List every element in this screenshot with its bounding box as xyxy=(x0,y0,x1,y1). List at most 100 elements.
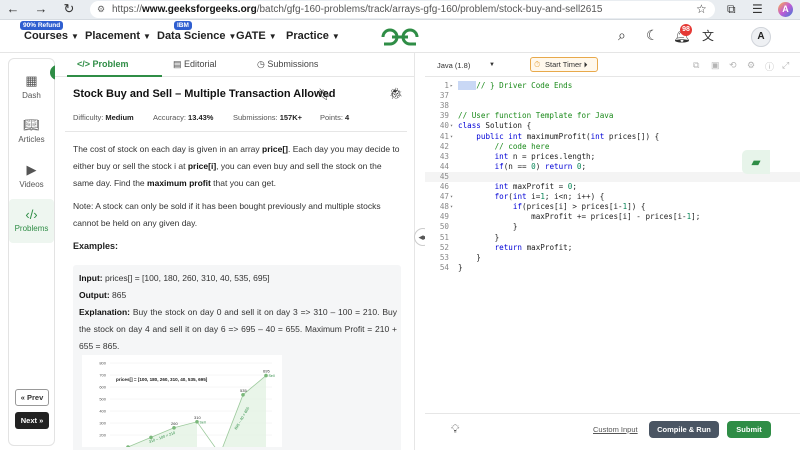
nav-gate-label: GATE xyxy=(236,30,266,42)
bookmark-star-icon[interactable]: ☆ xyxy=(696,2,707,16)
code-line[interactable]: 1 ▸ // } Driver Code Ends xyxy=(425,81,800,91)
problem-panel: </> Problem ▤ Editorial ◷ Submissions St… xyxy=(55,53,415,450)
sell-label: Sell xyxy=(200,420,206,424)
compile-run-button[interactable]: Compile & Run xyxy=(649,421,719,438)
chat-icon[interactable]: ▰ xyxy=(742,150,770,174)
divider xyxy=(65,131,407,132)
code-line[interactable]: 52 return maxProfit; xyxy=(425,243,800,253)
nav-practice[interactable]: Practice ▼ xyxy=(286,30,340,42)
line-number: 37 xyxy=(439,91,449,101)
fold-arrow-icon[interactable]: ▾ xyxy=(450,132,456,142)
line-number: 1 xyxy=(444,81,449,90)
gfg-logo[interactable] xyxy=(380,26,420,48)
translate-icon[interactable]: 文 xyxy=(702,27,714,44)
code-line[interactable]: 39 // User function Template for Java xyxy=(425,111,800,121)
line-number: 49 xyxy=(439,212,449,222)
bookmark-icon[interactable]: 🔖︎ xyxy=(318,88,332,101)
code-text: if(n == 0) return 0; xyxy=(494,161,587,171)
forward-arrow-icon[interactable]: → xyxy=(32,1,50,16)
language-select[interactable]: Java (1.8) ▼ xyxy=(437,59,505,72)
code-line[interactable]: 38 xyxy=(425,101,800,111)
sidebar-item-label: Problems xyxy=(14,224,49,233)
nav-data-science[interactable]: Data Science ▼ xyxy=(157,30,236,42)
ibm-badge: IBM xyxy=(174,21,192,30)
desc-text: The cost of stock on each day is given i… xyxy=(73,144,262,154)
info-icon[interactable]: ⓘ xyxy=(765,60,774,73)
fold-arrow-icon[interactable]: ▸ xyxy=(450,81,456,91)
reload-icon[interactable]: ↻ xyxy=(60,1,78,17)
nav-gate[interactable]: GATE ▼ xyxy=(236,30,277,42)
search-icon[interactable]: ⌕ xyxy=(618,27,626,44)
fold-arrow-icon[interactable]: ▾ xyxy=(450,202,456,212)
code-text: // } Driver Code Ends xyxy=(458,81,572,91)
copy-icon[interactable]: ⧉ xyxy=(693,60,699,71)
submissions-meta: Submissions: 157K+ xyxy=(233,113,302,122)
point-value-label: 260 xyxy=(171,421,178,426)
fold-arrow-icon[interactable]: ▾ xyxy=(450,121,456,131)
line-number: 50 xyxy=(439,222,449,232)
code-line[interactable]: 49 maxProfit += prices[i] - prices[i-1]; xyxy=(425,212,800,222)
chevron-down-icon: ▼ xyxy=(268,32,277,41)
nav-courses[interactable]: Courses ▼ xyxy=(24,30,79,42)
point-value-label: 695 xyxy=(263,369,270,374)
prev-button[interactable]: « Prev xyxy=(15,389,49,406)
tab-submissions-label: Submissions xyxy=(267,59,319,69)
tab-editorial[interactable]: ▤ Editorial xyxy=(173,59,217,70)
extensions-icon[interactable]: ⧉ xyxy=(727,2,736,17)
code-area[interactable]: 1 ▸ // } Driver Code Ends 37 38 39// User fu… xyxy=(425,77,800,407)
example-input: Input: prices[] = [100, 180, 260, 310, 4… xyxy=(79,270,397,287)
lightbulb-icon[interactable]: 💡︎ xyxy=(451,422,459,437)
points-meta: Points: 4 xyxy=(320,113,349,122)
sidebar-item-dash[interactable]: ▦ Dash xyxy=(9,73,54,100)
browser-profile-avatar[interactable]: A xyxy=(778,2,793,17)
code-icon: ‹/› xyxy=(25,207,38,222)
code-line[interactable]: 53 } xyxy=(425,253,800,263)
favorites-icon[interactable]: ☰ xyxy=(752,2,763,16)
start-timer-button[interactable]: ⏱ Start Timer ⏵ xyxy=(530,57,598,72)
fold-arrow-icon[interactable]: ▾ xyxy=(450,192,456,202)
site-info-icon[interactable]: ⚙ xyxy=(97,1,105,18)
tab-submissions[interactable]: ◷ Submissions xyxy=(257,59,318,70)
line-number: 42 xyxy=(439,141,449,151)
difficulty-meta: Difficulty: Medium xyxy=(73,113,134,122)
code-line[interactable]: 46 int maxProfit = 0; xyxy=(425,182,800,192)
theme-moon-icon[interactable]: ☾ xyxy=(646,27,659,44)
code-line[interactable]: 47 ▾ for(int i=1; i<n; i++) { xyxy=(425,192,800,202)
address-bar[interactable]: ⚙ https://www.geeksforgeeks.org/batch/gf… xyxy=(90,1,715,18)
fullscreen-icon[interactable]: ⤢ xyxy=(782,60,789,71)
code-line[interactable]: 50 } xyxy=(425,222,800,232)
line-number: 41 xyxy=(439,131,449,141)
code-line[interactable]: 41 ▾ public int maximumProfit(int prices[… xyxy=(425,132,800,142)
sidebar-item-articles[interactable]: 📖︎ Articles xyxy=(9,117,54,144)
code-line[interactable]: 51 } xyxy=(425,233,800,243)
notification-count: 98 xyxy=(680,24,692,36)
url-prefix: https:// xyxy=(112,4,143,15)
code-line[interactable]: 54} xyxy=(425,263,800,273)
next-button[interactable]: Next » xyxy=(15,412,49,429)
sidebar-item-videos[interactable]: ▶ Videos xyxy=(9,162,54,189)
examples-heading: Examples: xyxy=(73,241,119,251)
nav-placement[interactable]: Placement ▼ xyxy=(85,30,151,42)
line-number: 47 xyxy=(439,192,449,202)
code-line[interactable]: 48 ▾ if(prices[i] > prices[i-1]) { xyxy=(425,202,800,212)
code-line[interactable]: 37 xyxy=(425,91,800,101)
sidebar-item-problems[interactable]: ‹/› Problems xyxy=(9,199,54,243)
desc-text: that you can get. xyxy=(210,178,277,188)
code-line[interactable]: 40 ▾ class Solution { xyxy=(425,121,800,131)
line-number: 45 xyxy=(439,171,449,181)
reset-icon[interactable]: ⟲ xyxy=(729,60,737,71)
points-label: Points: xyxy=(320,113,343,122)
y-tick-label: 200 xyxy=(99,433,106,438)
user-avatar[interactable]: A xyxy=(751,27,771,47)
problem-description: The cost of stock on each day is given i… xyxy=(73,141,403,192)
line-number: 40 xyxy=(439,121,449,131)
line-number: 48 xyxy=(439,202,449,212)
submit-button[interactable]: Submit xyxy=(727,421,771,438)
accuracy-value: 13.43% xyxy=(188,113,214,122)
back-arrow-icon[interactable]: ← xyxy=(4,1,22,16)
settings-icon[interactable]: ⚙ xyxy=(747,60,755,71)
tab-problem[interactable]: </> Problem xyxy=(77,59,129,69)
bug-report-icon[interactable]: 🐞︎ xyxy=(389,87,403,100)
custom-input-link[interactable]: Custom Input xyxy=(593,425,638,434)
paste-icon[interactable]: ▣ xyxy=(711,60,720,71)
